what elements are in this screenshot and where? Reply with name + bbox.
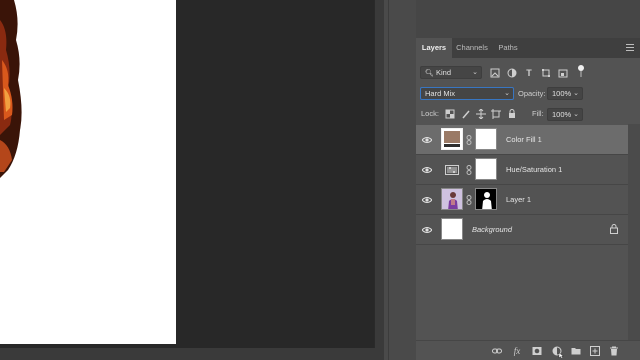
layer-mask-thumbnail[interactable] xyxy=(475,128,497,150)
layers-panel: Layers Channels Paths 🔍︎ Kind ⌄ T Hard M… xyxy=(416,0,640,360)
panel-menu-icon[interactable] xyxy=(626,44,634,52)
canvas-scrollbar[interactable] xyxy=(374,0,384,348)
layer-row-layer-1[interactable]: Layer 1 xyxy=(416,185,628,215)
layer-name: Color Fill 1 xyxy=(506,135,542,144)
layer-1-thumbnail[interactable] xyxy=(441,188,463,210)
panel-header-area xyxy=(416,0,640,38)
tab-channels[interactable]: Channels xyxy=(452,38,492,58)
lock-position-icon[interactable] xyxy=(476,108,486,120)
layer-row-color-fill[interactable]: Color Fill 1 xyxy=(416,125,628,155)
fill-swatch-base xyxy=(444,144,460,147)
chevron-down-icon: ⌄ xyxy=(504,90,510,97)
new-adjustment-layer-icon[interactable] xyxy=(552,346,565,360)
chain-link-icon[interactable] xyxy=(466,135,472,145)
filter-adjustment-icon[interactable] xyxy=(507,68,517,78)
lock-transparent-pixels-icon[interactable] xyxy=(445,109,455,119)
search-icon: 🔍︎ xyxy=(425,70,434,77)
mask-silhouette xyxy=(482,192,492,209)
dock-divider xyxy=(388,0,389,360)
fx-icon[interactable]: fx xyxy=(512,346,522,356)
filter-type-icon[interactable]: T xyxy=(524,68,534,78)
eye-icon[interactable] xyxy=(422,225,432,235)
opacity-label: Opacity: xyxy=(518,89,546,98)
lock-artboard-icon[interactable] xyxy=(491,109,501,119)
background-thumbnail[interactable] xyxy=(441,218,463,240)
filter-kind-value: Kind xyxy=(435,68,451,77)
chevron-down-icon: ⌄ xyxy=(472,69,478,76)
filter-kind-dropdown[interactable]: 🔍︎ Kind ⌄ xyxy=(420,66,482,79)
fill-label: Fill: xyxy=(532,109,544,118)
color-fill-thumbnail[interactable] xyxy=(441,128,463,150)
layer-mask-thumbnail[interactable] xyxy=(475,158,497,180)
lock-label: Lock: xyxy=(421,109,439,118)
new-group-folder-icon[interactable] xyxy=(571,346,581,356)
lock-all-icon[interactable] xyxy=(507,109,517,119)
fill-value: 100% xyxy=(552,110,572,119)
blend-mode-value: Hard Mix xyxy=(425,89,456,98)
panel-tabs: Layers Channels Paths xyxy=(416,38,640,58)
filter-shape-icon[interactable] xyxy=(541,68,551,78)
layer-name: Background xyxy=(472,225,513,234)
chain-link-icon[interactable] xyxy=(466,165,472,175)
tab-paths[interactable]: Paths xyxy=(492,38,524,58)
blend-mode-dropdown[interactable]: Hard Mix ⌄ xyxy=(420,87,514,100)
layer-name: Layer 1 xyxy=(506,195,532,204)
layer-row-hue-saturation[interactable]: Hue/Saturation 1 xyxy=(416,155,628,185)
add-mask-icon[interactable] xyxy=(532,346,542,356)
link-layers-icon[interactable] xyxy=(492,346,502,356)
filter-smart-object-icon[interactable] xyxy=(558,68,568,78)
new-layer-icon[interactable] xyxy=(590,346,600,356)
status-bar xyxy=(0,348,384,360)
chain-link-icon[interactable] xyxy=(466,195,472,205)
document-canvas[interactable] xyxy=(0,0,176,344)
hue-saturation-adjustment-icon[interactable] xyxy=(445,165,459,175)
color-swatch xyxy=(444,131,460,143)
filter-pixel-icon[interactable] xyxy=(490,68,500,78)
layer-mask-thumbnail[interactable] xyxy=(475,188,497,210)
eye-icon[interactable] xyxy=(422,195,432,205)
canvas-area[interactable] xyxy=(0,0,374,348)
filter-toggle-icon[interactable] xyxy=(576,64,586,77)
eye-icon[interactable] xyxy=(422,165,432,175)
chevron-down-icon: ⌄ xyxy=(573,90,579,97)
layer-name: Hue/Saturation 1 xyxy=(506,165,563,174)
eye-icon[interactable] xyxy=(422,135,432,145)
layer-row-background[interactable]: Background xyxy=(416,215,628,245)
chevron-down-icon: ⌄ xyxy=(573,111,579,118)
fill-field[interactable]: 100% ⌄ xyxy=(547,108,583,121)
lock-image-pixels-icon[interactable] xyxy=(461,109,471,119)
tab-layers[interactable]: Layers xyxy=(416,38,452,58)
lock-icon xyxy=(610,224,618,234)
layers-bottom-toolbar: fx xyxy=(416,340,640,360)
layers-scrollbar[interactable] xyxy=(628,124,640,340)
opacity-field[interactable]: 100% ⌄ xyxy=(547,87,583,100)
opacity-value: 100% xyxy=(552,89,572,98)
delete-layer-icon[interactable] xyxy=(609,346,619,356)
image-fragment xyxy=(0,0,22,178)
photo-thumbnail-image xyxy=(442,189,462,209)
